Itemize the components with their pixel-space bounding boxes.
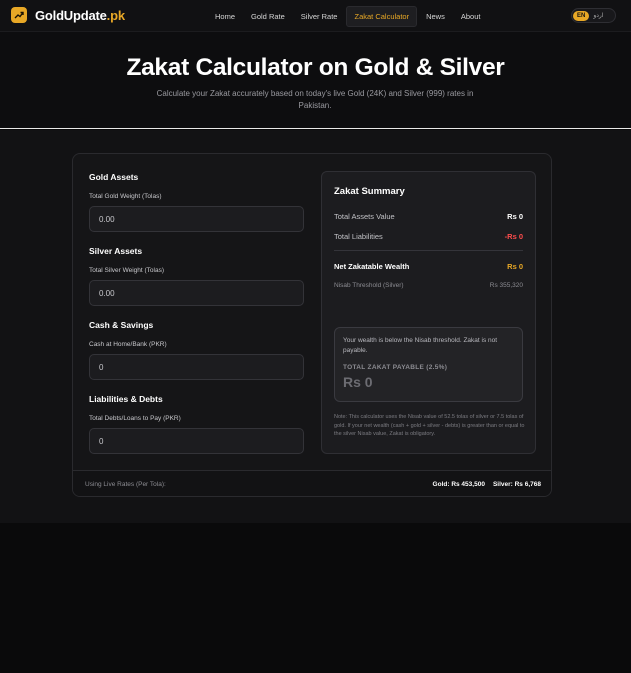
summary-title: Zakat Summary [334,186,405,197]
live-rates-values: Gold: Rs 453,500 Silver: Rs 6,768 [425,481,541,488]
language-toggle[interactable]: EN اردو [571,8,616,23]
page-subtitle: Calculate your Zakat accurately based on… [156,89,474,110]
total-liabilities-row: Total Liabilities -Rs 0 [334,232,523,241]
nisab-label: Nisab Threshold (Silver) [334,282,404,289]
liabilities-title: Liabilities & Debts [89,394,163,404]
silver-weight-input[interactable]: 0.00 [89,280,304,306]
summary-divider [334,250,523,251]
brand-suffix: .pk [106,7,125,23]
net-wealth-label: Net Zakatable Wealth [334,262,410,271]
zakat-summary-panel: Zakat Summary Total Assets Value Rs 0 To… [321,171,536,454]
live-rates-footer: Using Live Rates (Per Tola): Gold: Rs 45… [73,470,551,496]
cash-label: Cash at Home/Bank (PKR) [89,341,167,348]
brand-main: GoldUpdate [35,7,107,23]
lang-en[interactable]: EN [573,10,590,21]
nav-gold-rate[interactable]: Gold Rate [244,7,292,26]
gold-weight-label: Total Gold Weight (Tolas) [89,193,162,200]
nisab-note: Note: This calculator uses the Nisab val… [334,414,525,437]
main-nav: Home Gold Rate Silver Rate Zakat Calcula… [208,6,489,27]
silver-rate-value: Silver: Rs 6,768 [492,481,541,488]
total-liabilities-label: Total Liabilities [334,232,383,241]
net-wealth-row: Net Zakatable Wealth Rs 0 [334,262,523,271]
nisab-value: Rs 355,320 [489,282,523,289]
gold-rate-value: Gold: Rs 453,500 [432,481,485,488]
trend-up-icon [11,7,27,23]
brand-name: GoldUpdate.pk [35,8,125,23]
debts-label: Total Debts/Loans to Pay (PKR) [89,415,181,422]
zakat-payable-label: TOTAL ZAKAT PAYABLE (2.5%) [343,364,448,371]
silver-weight-label: Total Silver Weight (Tolas) [89,267,165,274]
top-navbar: GoldUpdate.pk Home Gold Rate Silver Rate… [0,0,631,32]
status-message: Your wealth is below the Nisab threshold… [343,337,498,354]
silver-assets-title: Silver Assets [89,246,143,256]
nav-silver-rate[interactable]: Silver Rate [294,7,345,26]
hero-section: Zakat Calculator on Gold & Silver Calcul… [0,32,631,129]
nav-about[interactable]: About [454,7,488,26]
gold-weight-input[interactable]: 0.00 [89,206,304,232]
brand-logo[interactable]: GoldUpdate.pk [11,7,125,23]
nav-news[interactable]: News [419,7,452,26]
net-wealth-value: Rs 0 [507,262,523,271]
lang-ur[interactable]: اردو [589,10,607,21]
nav-home[interactable]: Home [208,7,242,26]
total-assets-label: Total Assets Value [334,212,395,221]
debts-input[interactable]: 0 [89,428,304,454]
cash-savings-title: Cash & Savings [89,320,154,330]
nav-zakat-calculator[interactable]: Zakat Calculator [346,6,418,27]
gold-assets-title: Gold Assets [89,172,139,182]
nisab-row: Nisab Threshold (Silver) Rs 355,320 [334,282,523,289]
page-title: Zakat Calculator on Gold & Silver [126,54,505,81]
live-rates-label: Using Live Rates (Per Tola): [85,481,166,488]
total-assets-row: Total Assets Value Rs 0 [334,212,523,221]
total-liabilities-value: -Rs 0 [504,232,523,241]
total-assets-value: Rs 0 [507,212,523,221]
zakat-status-box: Your wealth is below the Nisab threshold… [334,327,523,402]
calculator-card: Gold Assets Total Gold Weight (Tolas) 0.… [72,153,552,497]
zakat-payable-value: Rs 0 [343,374,373,390]
cash-input[interactable]: 0 [89,354,304,380]
